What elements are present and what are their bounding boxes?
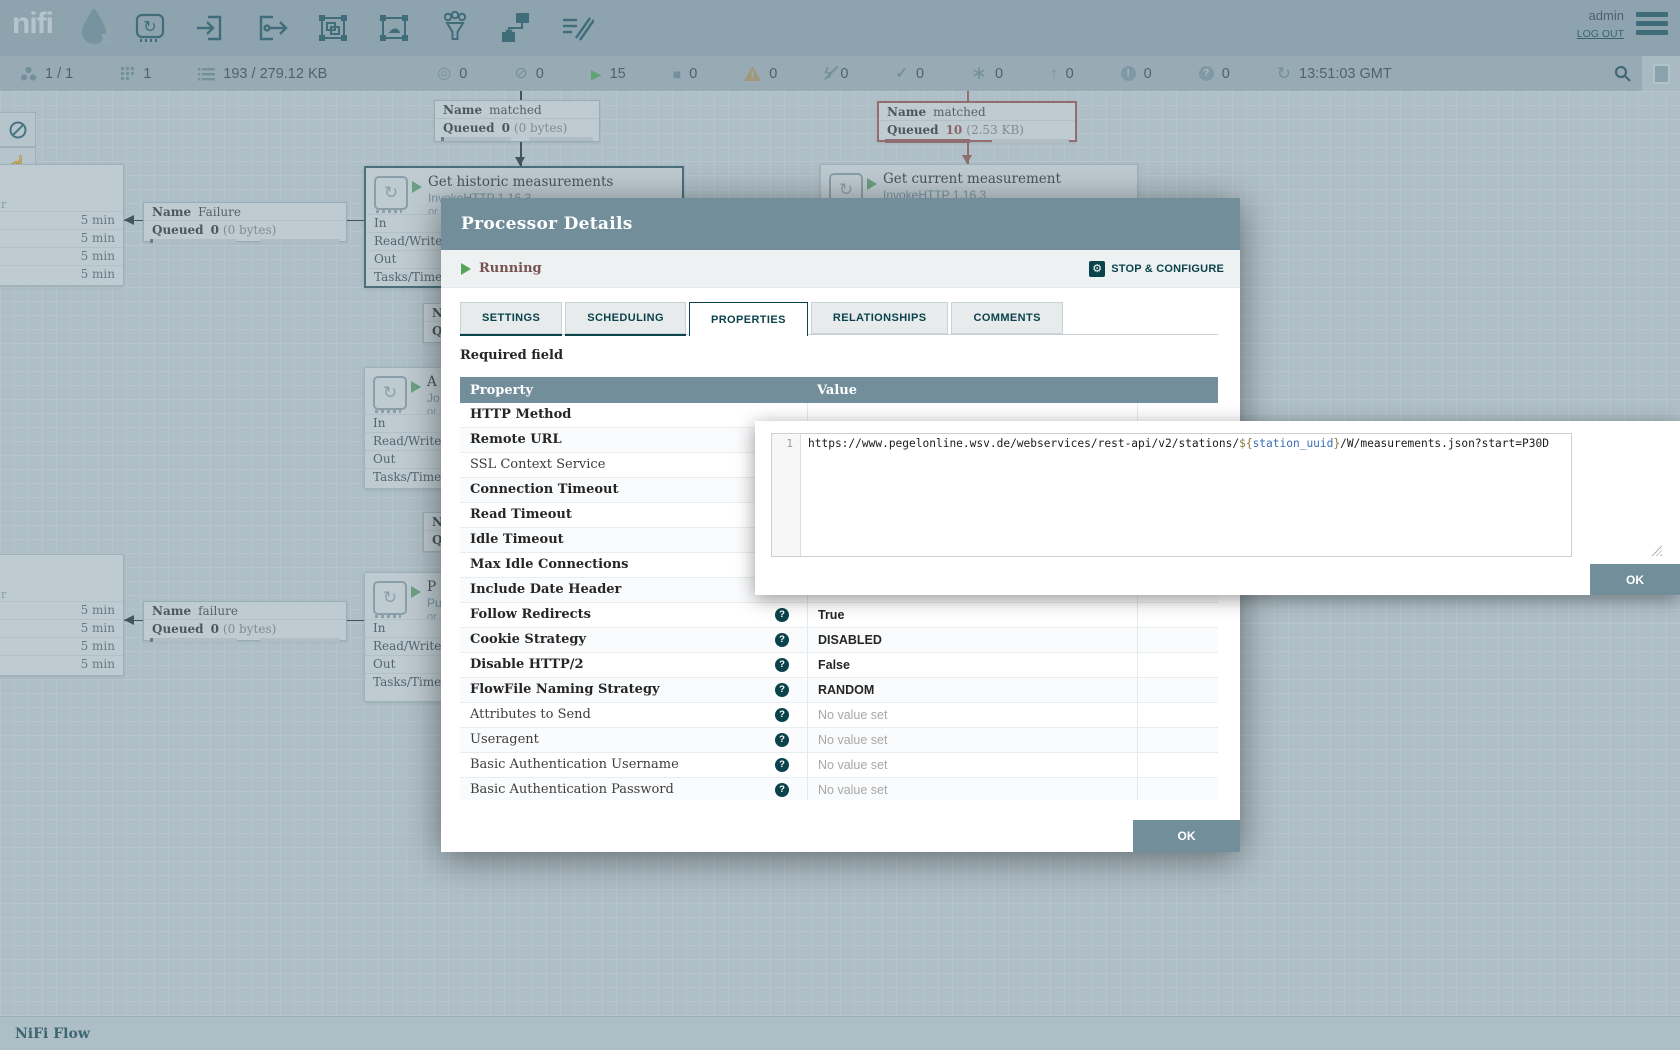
property-value[interactable]: RANDOM — [807, 678, 1137, 702]
property-row[interactable]: Follow Redirects?True — [460, 603, 1218, 628]
stop-gear-icon: ⚙ — [1089, 261, 1105, 277]
help-icon[interactable]: ? — [775, 733, 789, 747]
property-row[interactable]: Basic Authentication Password?No value s… — [460, 778, 1218, 800]
required-field-note: Required field — [460, 348, 563, 363]
property-value[interactable]: True — [807, 603, 1137, 627]
dialog-tabs: SETTINGSSCHEDULINGPROPERTIESRELATIONSHIP… — [460, 302, 1218, 336]
property-name: Useragent? — [460, 728, 807, 752]
el-variable: station_uuid — [1253, 437, 1334, 450]
property-name: Basic Authentication Username? — [460, 753, 807, 777]
value-editor-popup: 1 https://www.pegelonline.wsv.de/webserv… — [755, 421, 1680, 595]
dialog-status-strip: Running ⚙ STOP & CONFIGURE — [441, 250, 1240, 288]
tab-properties[interactable]: PROPERTIES — [689, 302, 808, 336]
dialog-title: Processor Details — [461, 214, 633, 234]
editor-line-number: 1 — [772, 434, 801, 556]
properties-table-header: Property Value — [460, 377, 1218, 403]
help-icon[interactable]: ? — [775, 758, 789, 772]
property-row[interactable]: Basic Authentication Username?No value s… — [460, 753, 1218, 778]
property-row[interactable]: Useragent?No value set — [460, 728, 1218, 753]
editor-resize-handle[interactable] — [1651, 545, 1662, 556]
property-row[interactable]: Attributes to Send?No value set — [460, 703, 1218, 728]
property-row[interactable]: Cookie Strategy?DISABLED — [460, 628, 1218, 653]
stop-configure-button[interactable]: ⚙ STOP & CONFIGURE — [1089, 261, 1224, 277]
help-icon[interactable]: ? — [775, 783, 789, 797]
property-value[interactable]: False — [807, 653, 1137, 677]
run-status: Running — [479, 261, 542, 276]
nifi-app: nifi ↻ ☁ — [0, 0, 1680, 1050]
property-value[interactable]: No value set — [807, 728, 1137, 752]
help-icon[interactable]: ? — [775, 633, 789, 647]
value-editor[interactable]: 1 https://www.pegelonline.wsv.de/webserv… — [771, 433, 1572, 557]
tab-scheduling[interactable]: SCHEDULING — [565, 302, 686, 334]
property-name: Follow Redirects? — [460, 603, 807, 627]
dialog-header: Processor Details — [441, 198, 1240, 250]
property-row[interactable]: FlowFile Naming Strategy?RANDOM — [460, 678, 1218, 703]
editor-ok-button[interactable]: OK — [1590, 564, 1680, 595]
property-name: Attributes to Send? — [460, 703, 807, 727]
property-value[interactable]: No value set — [807, 778, 1137, 800]
property-name: Disable HTTP/2? — [460, 653, 807, 677]
tab-relationships[interactable]: RELATIONSHIPS — [811, 302, 949, 334]
editor-code-line[interactable]: https://www.pegelonline.wsv.de/webservic… — [801, 434, 1571, 556]
dialog-ok-button[interactable]: OK — [1133, 820, 1240, 852]
property-name: Basic Authentication Password? — [460, 778, 807, 800]
help-icon[interactable]: ? — [775, 683, 789, 697]
property-value[interactable]: No value set — [807, 753, 1137, 777]
property-value[interactable]: DISABLED — [807, 628, 1137, 652]
property-name: Cookie Strategy? — [460, 628, 807, 652]
property-row[interactable]: Disable HTTP/2?False — [460, 653, 1218, 678]
tab-comments[interactable]: COMMENTS — [951, 302, 1062, 334]
property-value[interactable]: No value set — [807, 703, 1137, 727]
value-column-header: Value — [807, 383, 1137, 398]
help-icon[interactable]: ? — [775, 708, 789, 722]
property-name: FlowFile Naming Strategy? — [460, 678, 807, 702]
el-open: ${ — [1239, 437, 1252, 450]
property-column-header: Property — [460, 383, 807, 398]
help-icon[interactable]: ? — [775, 658, 789, 672]
help-icon[interactable]: ? — [775, 608, 789, 622]
tab-settings[interactable]: SETTINGS — [460, 302, 562, 334]
running-play-icon — [461, 263, 471, 275]
